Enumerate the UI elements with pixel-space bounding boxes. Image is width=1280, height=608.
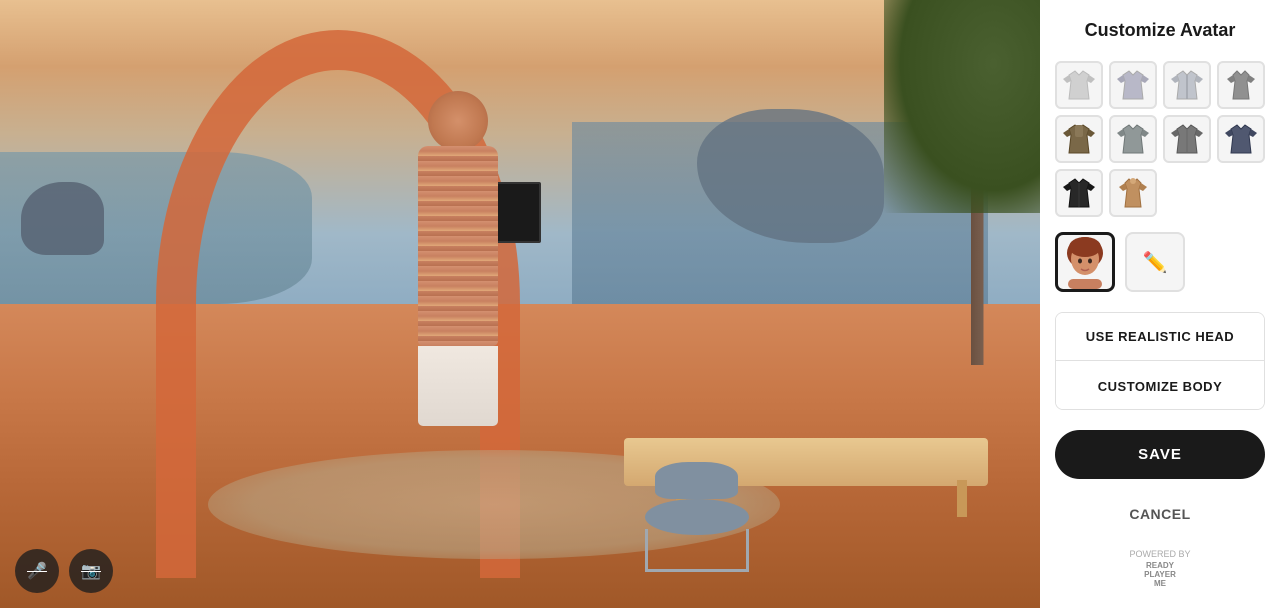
outfit-item-3[interactable] <box>1163 61 1211 109</box>
outfit-item-8[interactable] <box>1217 115 1265 163</box>
outfit-item-9[interactable] <box>1055 169 1103 217</box>
outfit-icon-1 <box>1061 67 1097 103</box>
chair-back <box>655 462 738 498</box>
outfit-icon-8 <box>1223 121 1259 157</box>
powered-by-section: POWERED BY READYPLAYERME <box>1129 549 1190 588</box>
avatar-figure <box>364 91 551 577</box>
outfit-item-4[interactable] <box>1217 61 1265 109</box>
mic-icon: 🎤 <box>27 561 47 581</box>
avatar-head-preview <box>1058 235 1112 289</box>
outfit-icon-2 <box>1115 67 1151 103</box>
outfit-icon-4 <box>1223 67 1259 103</box>
head-selector: ✏️ <box>1055 232 1265 292</box>
powered-by-brand: READYPLAYERME <box>1129 561 1190 588</box>
action-buttons-group: USE REALISTIC HEAD CUSTOMIZE BODY <box>1055 312 1265 410</box>
avatar-head <box>428 91 488 151</box>
use-realistic-head-button[interactable]: USE REALISTIC HEAD <box>1056 313 1264 361</box>
outfit-item-2[interactable] <box>1109 61 1157 109</box>
video-mute-button[interactable]: 📷 <box>69 549 113 593</box>
tree-top <box>884 0 1040 213</box>
panel-title: Customize Avatar <box>1085 20 1236 41</box>
customize-body-button[interactable]: CUSTOMIZE BODY <box>1056 363 1264 410</box>
head-avatar-option[interactable] <box>1055 232 1115 292</box>
media-controls: 🎤 📷 <box>15 549 113 593</box>
avatar-legs <box>418 346 498 426</box>
head-edit-option[interactable]: ✏️ <box>1125 232 1185 292</box>
outfit-grid <box>1055 61 1265 217</box>
avatar-body <box>418 146 498 346</box>
outfit-icon-9 <box>1061 175 1097 211</box>
outfit-item-5[interactable] <box>1055 115 1103 163</box>
powered-by-label: POWERED BY <box>1129 549 1190 559</box>
rock-left <box>21 182 104 255</box>
table-leg-right <box>957 480 967 516</box>
avatar-viewport: 🎤 📷 <box>0 0 1040 608</box>
camera-icon: 📷 <box>81 561 101 581</box>
outfit-item-7[interactable] <box>1163 115 1211 163</box>
chair-legs <box>645 529 749 572</box>
outfit-item-6[interactable] <box>1109 115 1157 163</box>
outfit-icon-7 <box>1169 121 1205 157</box>
cancel-button[interactable]: CANCEL <box>1055 494 1265 534</box>
outfit-item-1[interactable] <box>1055 61 1103 109</box>
mic-mute-button[interactable]: 🎤 <box>15 549 59 593</box>
outfit-icon-3 <box>1169 67 1205 103</box>
customize-panel: Customize Avatar <box>1040 0 1280 608</box>
outfit-icon-10 <box>1115 175 1151 211</box>
outfit-icon-5 <box>1061 121 1097 157</box>
save-button[interactable]: SAVE <box>1055 430 1265 479</box>
outfit-icon-6 <box>1115 121 1151 157</box>
outfit-item-10[interactable] <box>1109 169 1157 217</box>
pencil-icon: ✏️ <box>1143 250 1168 275</box>
